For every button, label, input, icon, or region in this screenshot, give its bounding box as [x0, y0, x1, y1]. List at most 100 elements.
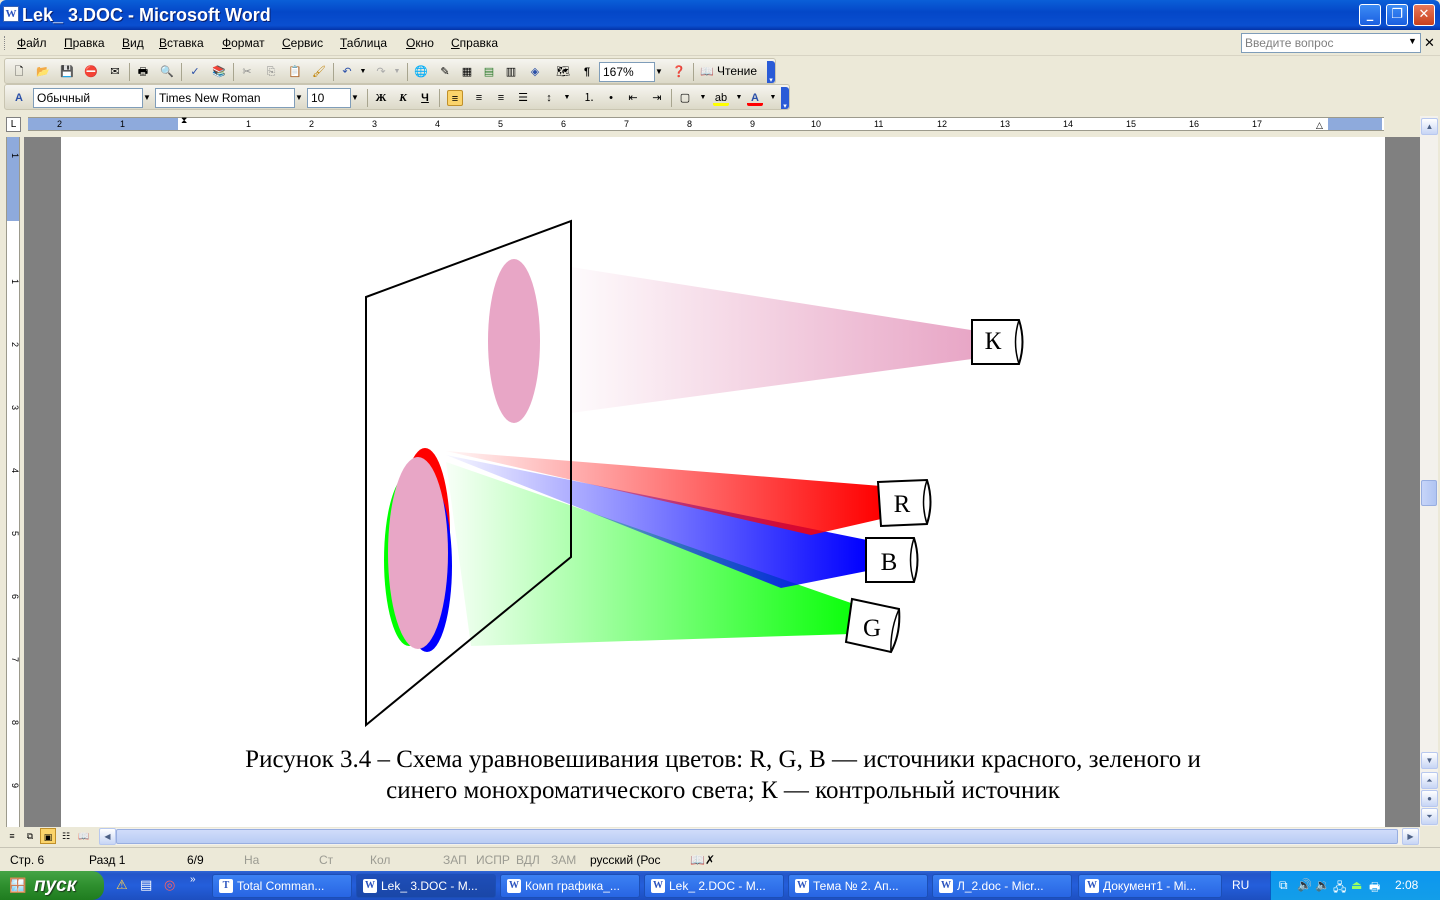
help-icon[interactable]: ❓ — [671, 64, 687, 80]
menu-table[interactable]: Таблица — [340, 36, 387, 50]
email-icon[interactable]: ✉ — [107, 64, 123, 80]
quick-launch-desktop-icon[interactable]: ▤ — [140, 877, 152, 893]
previous-page-icon[interactable]: ⏶ — [1421, 772, 1438, 789]
styles-icon[interactable]: A — [11, 90, 27, 106]
status-overtype[interactable]: ЗАМ — [551, 853, 576, 867]
align-center-icon[interactable]: ≡ — [471, 90, 487, 106]
taskbar-item[interactable]: W Комп графика_... — [500, 874, 640, 898]
tray-printer-icon[interactable]: 🖶 — [1369, 878, 1380, 899]
right-indent-marker-icon[interactable]: △ — [1316, 120, 1326, 130]
scroll-right-icon[interactable]: ▶ — [1402, 828, 1419, 845]
taskbar-item-active[interactable]: W Lek_ 3.DOC - M... — [356, 874, 496, 898]
tray-usb-icon[interactable]: ⏏ — [1351, 878, 1362, 892]
scroll-down-icon[interactable]: ▼ — [1421, 752, 1438, 769]
ask-question-input[interactable]: Введите вопрос — [1241, 33, 1421, 53]
drawing-icon[interactable]: ◈ — [527, 64, 543, 80]
taskbar-item[interactable]: W Л_2.doc - Micr... — [932, 874, 1072, 898]
tray-app-icon[interactable]: ⧉ — [1279, 878, 1288, 893]
status-record[interactable]: ЗАП — [443, 853, 467, 867]
redo-icon[interactable]: ↷ — [373, 64, 389, 80]
read-icon[interactable]: 📖 — [699, 64, 715, 80]
insert-excel-icon[interactable]: ▤ — [481, 64, 497, 80]
tables-borders-icon[interactable]: ✎ — [437, 64, 453, 80]
undo-icon[interactable]: ↶ — [339, 64, 355, 80]
menu-view[interactable]: Вид — [122, 36, 144, 50]
scroll-left-icon[interactable]: ◀ — [99, 828, 116, 845]
quick-launch-opera-icon[interactable]: ◎ — [164, 877, 175, 893]
menu-help[interactable]: Справка — [451, 36, 498, 50]
bullets-icon[interactable]: • — [603, 90, 619, 106]
chevron-down-icon[interactable]: ▼ — [141, 89, 153, 107]
language-indicator[interactable]: RU — [1232, 878, 1249, 892]
style-select[interactable]: Обычный — [33, 88, 143, 108]
vertical-scroll-thumb[interactable] — [1421, 480, 1437, 506]
menu-window[interactable]: Окно — [406, 36, 434, 50]
print-icon[interactable]: 🖶 — [135, 64, 151, 80]
chevron-down-icon[interactable]: ▼ — [559, 90, 575, 106]
toolbar-options-icon[interactable]: ▾ — [781, 87, 789, 110]
permission-icon[interactable]: ⛔ — [83, 64, 99, 80]
horizontal-ruler[interactable]: 2 1 1 2 3 4 5 6 7 8 9 10 11 12 13 14 15 … — [28, 116, 1384, 134]
underline-button[interactable]: Ч — [417, 90, 433, 106]
taskbar-item[interactable]: W Документ1 - Mi... — [1078, 874, 1222, 898]
show-formatting-icon[interactable]: ¶ — [579, 64, 595, 80]
font-color-icon[interactable]: A — [747, 90, 763, 106]
tray-sound-icon[interactable]: 🔉 — [1315, 878, 1330, 892]
align-left-icon[interactable]: ≡ — [447, 90, 463, 106]
open-folder-icon[interactable]: 📂 — [35, 64, 51, 80]
outline-view-icon[interactable]: ☷ — [58, 828, 74, 844]
menu-file[interactable]: Файл — [17, 36, 47, 50]
line-spacing-icon[interactable]: ↕ — [541, 90, 557, 106]
menu-tools[interactable]: Сервис — [282, 36, 323, 50]
align-right-icon[interactable]: ≡ — [493, 90, 509, 106]
font-select[interactable]: Times New Roman — [155, 88, 295, 108]
status-track-changes[interactable]: ИСПР — [476, 853, 510, 867]
italic-button[interactable]: К — [395, 90, 411, 106]
tray-volume-icon[interactable]: 🔊 — [1297, 878, 1312, 892]
insert-table-icon[interactable]: ▦ — [459, 64, 475, 80]
close-document-icon[interactable]: ✕ — [1424, 35, 1435, 51]
read-button[interactable]: Чтение — [717, 64, 757, 78]
tray-network-icon[interactable]: 🖧 — [1333, 878, 1346, 899]
web-view-icon[interactable]: ⧉ — [22, 828, 38, 844]
chevron-down-icon[interactable]: ▼ — [349, 89, 361, 107]
new-document-icon[interactable]: 🗋 — [11, 64, 27, 80]
horizontal-scroll-thumb[interactable] — [116, 829, 1398, 844]
menu-edit[interactable]: Правка — [64, 36, 105, 50]
minimize-button[interactable]: _ — [1359, 4, 1381, 26]
chevron-down-icon[interactable]: ▼ — [293, 89, 305, 107]
taskbar-item[interactable]: T Total Comman... — [212, 874, 352, 898]
taskbar-item[interactable]: W Lek_ 2.DOC - M... — [644, 874, 784, 898]
spelling-icon[interactable]: ✓ — [187, 64, 203, 80]
quick-launch-more-icon[interactable]: » — [190, 874, 196, 885]
cut-icon[interactable]: ✂ — [239, 64, 255, 80]
menu-insert[interactable]: Вставка — [159, 36, 204, 50]
redo-dropdown-icon[interactable]: ▼ — [389, 64, 405, 80]
copy-icon[interactable]: ⎘ — [263, 64, 279, 80]
taskbar-item[interactable]: W Тема № 2. Ап... — [788, 874, 928, 898]
scroll-up-icon[interactable]: ▲ — [1421, 118, 1438, 135]
document-map-icon[interactable]: 🗺 — [555, 64, 571, 80]
paste-icon[interactable]: 📋 — [287, 64, 303, 80]
increase-indent-icon[interactable]: ⇥ — [649, 90, 665, 106]
quick-launch-avast-icon[interactable]: ⚠ — [116, 877, 128, 893]
chevron-down-icon[interactable]: ▼ — [1408, 36, 1417, 46]
menu-grip[interactable] — [4, 36, 7, 50]
decrease-indent-icon[interactable]: ⇤ — [625, 90, 641, 106]
vertical-scrollbar[interactable] — [1420, 116, 1438, 826]
undo-dropdown-icon[interactable]: ▼ — [355, 64, 371, 80]
save-icon[interactable]: 💾 — [59, 64, 75, 80]
word-doc-icon[interactable]: W — [3, 6, 19, 22]
close-button[interactable]: ✕ — [1413, 4, 1435, 26]
print-layout-icon[interactable]: ▣ — [40, 828, 56, 844]
chevron-down-icon[interactable]: ▼ — [765, 90, 781, 106]
border-icon[interactable]: ▢ — [677, 90, 693, 106]
chevron-down-icon[interactable]: ▼ — [653, 63, 665, 81]
restore-button[interactable]: ❐ — [1386, 4, 1408, 26]
menu-format[interactable]: Формат — [222, 36, 265, 50]
zoom-select[interactable]: 167% — [599, 62, 655, 82]
justify-icon[interactable]: ☰ — [515, 90, 531, 106]
print-preview-icon[interactable]: 🔍 — [159, 64, 175, 80]
document-page[interactable]: К R B G Рисунок 3.4 – Схема уравновешива… — [61, 137, 1385, 827]
indent-marker-icon[interactable]: ⧗ — [181, 116, 191, 134]
